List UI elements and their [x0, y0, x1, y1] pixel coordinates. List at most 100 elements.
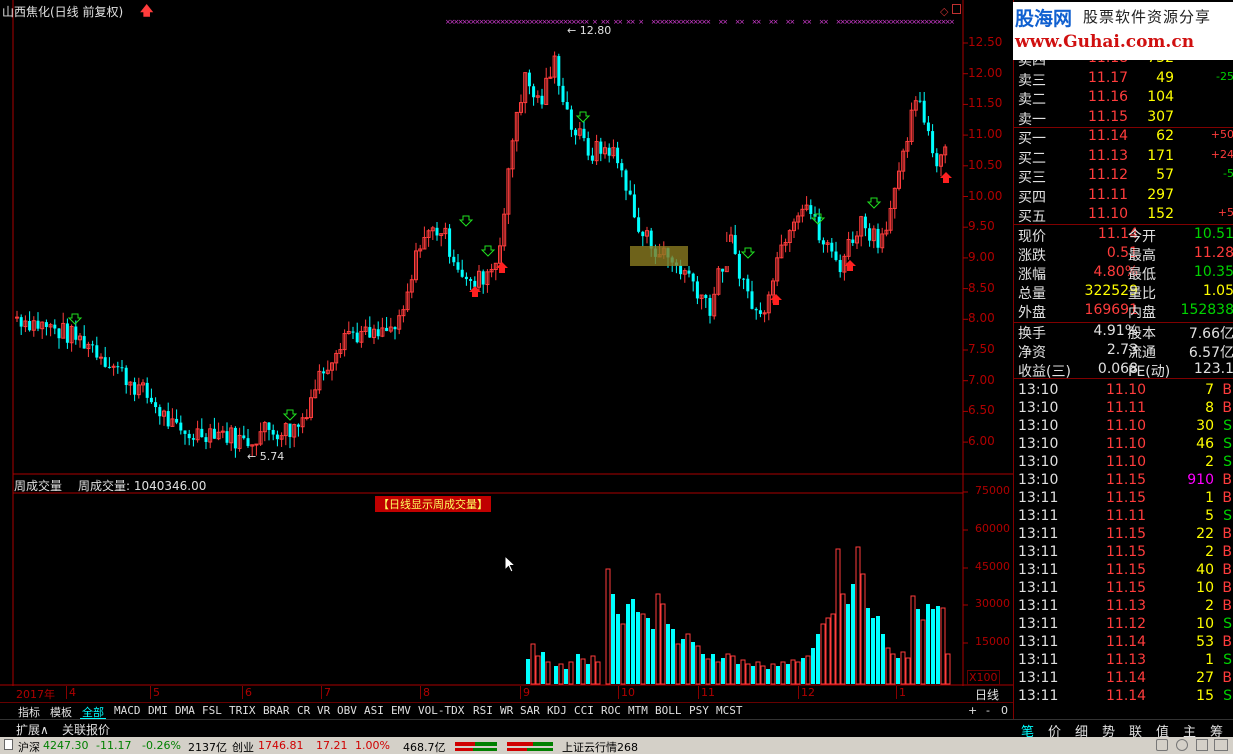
period-label[interactable]: 日线	[975, 686, 999, 703]
index2-name[interactable]: 创业	[232, 739, 254, 754]
sell-arrow-icon	[282, 409, 298, 421]
indicator-tab-vr[interactable]: VR	[315, 704, 332, 719]
candle	[582, 121, 586, 142]
volume-bar	[846, 604, 850, 684]
indicator-tab-brar[interactable]: BRAR	[261, 704, 292, 719]
candle	[456, 254, 460, 273]
tick-row[interactable]: 13:10 11.15 910 B	[1014, 472, 1233, 490]
stat-label: 收益(三)	[1018, 364, 1071, 380]
volume-bar	[840, 593, 846, 685]
stat-value: 1.05	[1202, 283, 1233, 299]
order-volume: 152	[1147, 206, 1174, 222]
stat-label: 最高	[1128, 248, 1156, 264]
indicator-tab-全部[interactable]: 全部	[80, 704, 106, 719]
tick-volume: 1	[1205, 652, 1214, 668]
indicator-tab-cci[interactable]: CCI	[572, 704, 596, 719]
indicator-tab-obv[interactable]: OBV	[335, 704, 359, 719]
ask-row[interactable]: 卖一 11.15 307	[1014, 109, 1233, 128]
indicator-tab-psy[interactable]: PSY	[687, 704, 711, 719]
indicator-tab-boll[interactable]: BOLL	[653, 704, 684, 719]
index1-name[interactable]: 沪深	[18, 739, 40, 754]
price-tick-label: 12.50	[968, 35, 1003, 49]
price-chart[interactable]: ×××××××××××××××××××××××××××××××××× × ×× ×× ×…	[0, 0, 1013, 686]
zoom-reset-button[interactable]: 0	[1001, 704, 1008, 717]
candle	[586, 131, 590, 161]
bid-row[interactable]: 买二 11.13 171 +24	[1014, 148, 1233, 167]
tick-row[interactable]: 13:11 11.15 1 B	[1014, 490, 1233, 508]
sell-arrow-icon	[866, 197, 882, 209]
bid-row[interactable]: 买四 11.11 297	[1014, 187, 1233, 206]
tick-row[interactable]: 13:11 11.12 10 S	[1014, 616, 1233, 634]
volume-tick-label: 15000	[975, 635, 1010, 648]
volume-bar	[681, 639, 685, 684]
indicator-tab-sar[interactable]: SAR	[518, 704, 542, 719]
indicator-tab-trix[interactable]: TRIX	[227, 704, 258, 719]
candle	[44, 319, 48, 336]
indicator-tab-模板[interactable]: 模板	[48, 704, 74, 719]
kline-chart-area[interactable]: × × × × × × × × × × × × × × × × × × × × × × × × × × × × × × × × × × × × × × × ×…	[0, 0, 1013, 686]
restore-icon[interactable]	[952, 4, 961, 14]
tick-row[interactable]: 13:11 11.15 22 B	[1014, 526, 1233, 544]
tick-row[interactable]: 13:11 11.15 40 B	[1014, 562, 1233, 580]
price-tick-label: 11.50	[968, 96, 1003, 111]
indicator-tab-emv[interactable]: EMV	[389, 704, 413, 719]
stat-value: 7.66亿	[1188, 326, 1233, 342]
tick-row[interactable]: 13:11 11.11 5 S	[1014, 508, 1233, 526]
tick-row[interactable]: 13:10 11.10 46 S	[1014, 436, 1233, 454]
tick-row[interactable]: 13:10 11.10 30 S	[1014, 418, 1233, 436]
ask-row[interactable]: 卖三 11.17 49 -25	[1014, 70, 1233, 89]
monitor-icon[interactable]	[1156, 739, 1168, 751]
tick-price: 11.15	[1106, 526, 1147, 542]
indicator-tab-kdj[interactable]: KDJ	[545, 704, 569, 719]
price-tick-label: 9.00	[968, 249, 995, 264]
lock-icon[interactable]	[1196, 739, 1208, 751]
indicator-tab-mcst[interactable]: MCST	[714, 704, 745, 719]
indicator-tab-rsi[interactable]: RSI	[471, 704, 495, 719]
indicator-tab-roc[interactable]: ROC	[599, 704, 623, 719]
bid-row[interactable]: 买一 11.14 62 +50	[1014, 128, 1233, 147]
tick-row[interactable]: 13:11 11.15 10 B	[1014, 580, 1233, 598]
tick-row[interactable]: 13:11 11.15 2 B	[1014, 544, 1233, 562]
indicator-tab-asi[interactable]: ASI	[362, 704, 386, 719]
bid-row[interactable]: 买三 11.12 57 -5	[1014, 167, 1233, 186]
indicator-tab-dma[interactable]: DMA	[173, 704, 197, 719]
tick-row[interactable]: 13:11 11.14 15 S	[1014, 688, 1233, 706]
candle	[452, 249, 456, 267]
zoom-out-button[interactable]: -	[986, 704, 990, 717]
volume-bar	[851, 584, 855, 684]
related-quotes-button[interactable]: 关联报价	[62, 721, 110, 738]
candle	[40, 321, 45, 339]
tick-row[interactable]: 13:11 11.13 1 S	[1014, 652, 1233, 670]
ask-row[interactable]: 卖二 11.16 104	[1014, 89, 1233, 108]
indicator-tab-wr[interactable]: WR	[498, 704, 515, 719]
indicator-tab-fsl[interactable]: FSL	[200, 704, 224, 719]
price-tick-label: 7.50	[968, 342, 995, 356]
cloud-quote-label[interactable]: 上证云行情268	[562, 739, 638, 754]
candle	[506, 167, 511, 225]
tick-side: B	[1222, 670, 1232, 686]
candle	[943, 144, 948, 164]
indicator-tab-cr[interactable]: CR	[295, 704, 312, 719]
indicator-tab-指标[interactable]: 指标	[16, 704, 42, 719]
indicator-tab-macd[interactable]: MACD	[112, 704, 143, 719]
month-label: 9	[520, 686, 530, 699]
user-icon[interactable]	[1176, 739, 1188, 751]
indicator-tab-mtm[interactable]: MTM	[626, 704, 650, 719]
tick-row[interactable]: 13:11 11.13 2 B	[1014, 598, 1233, 616]
tick-row[interactable]: 13:10 11.10 2 S	[1014, 454, 1233, 472]
diamond-icon[interactable]: ◇	[940, 5, 948, 18]
indicator-tab-dmi[interactable]: DMI	[146, 704, 170, 719]
zoom-in-button[interactable]: +	[968, 704, 977, 717]
tick-row[interactable]: 13:10 11.11 8 B	[1014, 400, 1233, 418]
indicator-tab-vol-tdx[interactable]: VOL-TDX	[416, 704, 466, 719]
bid-row[interactable]: 买五 11.10 152 +5	[1014, 206, 1233, 225]
volume-bar	[890, 653, 896, 685]
tick-row[interactable]: 13:11 11.14 27 B	[1014, 670, 1233, 688]
price-tick-label: 7.00	[968, 372, 995, 387]
candle	[57, 327, 61, 349]
candle	[699, 294, 704, 310]
tick-row[interactable]: 13:11 11.14 53 B	[1014, 634, 1233, 652]
expand-button[interactable]: 扩展∧	[16, 721, 49, 738]
signal-icon[interactable]	[1214, 739, 1228, 751]
tick-row[interactable]: 13:10 11.10 7 B	[1014, 382, 1233, 400]
